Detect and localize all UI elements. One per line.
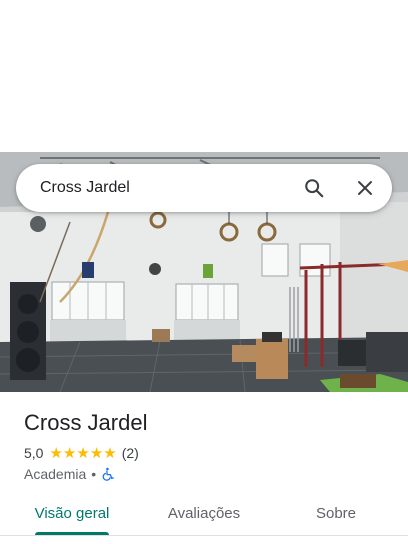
star-icon: ★ <box>76 444 90 462</box>
place-title: Cross Jardel <box>24 410 148 435</box>
star-icon: ★ <box>49 444 63 462</box>
close-icon <box>358 181 372 195</box>
search-button[interactable] <box>298 172 330 204</box>
category-label: Academia <box>24 466 87 482</box>
divider <box>0 535 408 536</box>
close-button[interactable] <box>349 172 381 204</box>
search-input[interactable]: Cross Jardel <box>40 164 130 212</box>
tab-about[interactable]: Sobre <box>292 496 380 532</box>
wheelchair-icon <box>102 467 115 481</box>
search-bar[interactable]: Cross Jardel <box>16 164 392 212</box>
tab-reviews[interactable]: Avaliações <box>160 496 248 532</box>
star-icon: ★ <box>103 444 117 462</box>
tab-overview[interactable]: Visão geral <box>28 496 116 532</box>
separator: • <box>91 466 97 482</box>
review-count[interactable]: (2) <box>122 445 139 461</box>
map-area <box>0 0 408 152</box>
star-icon: ★ <box>62 444 77 462</box>
rating-row[interactable]: 5,0 ★ ★ ★ ★ ★ (2) <box>24 443 139 463</box>
category-row: Academia • <box>24 464 115 484</box>
search-icon <box>305 179 324 198</box>
rating-value: 5,0 <box>24 445 44 461</box>
star-icon: ★ <box>89 444 104 462</box>
star-rating: ★ ★ ★ ★ ★ <box>49 446 116 461</box>
tab-bar: Visão geral Avaliações Sobre <box>0 496 408 536</box>
